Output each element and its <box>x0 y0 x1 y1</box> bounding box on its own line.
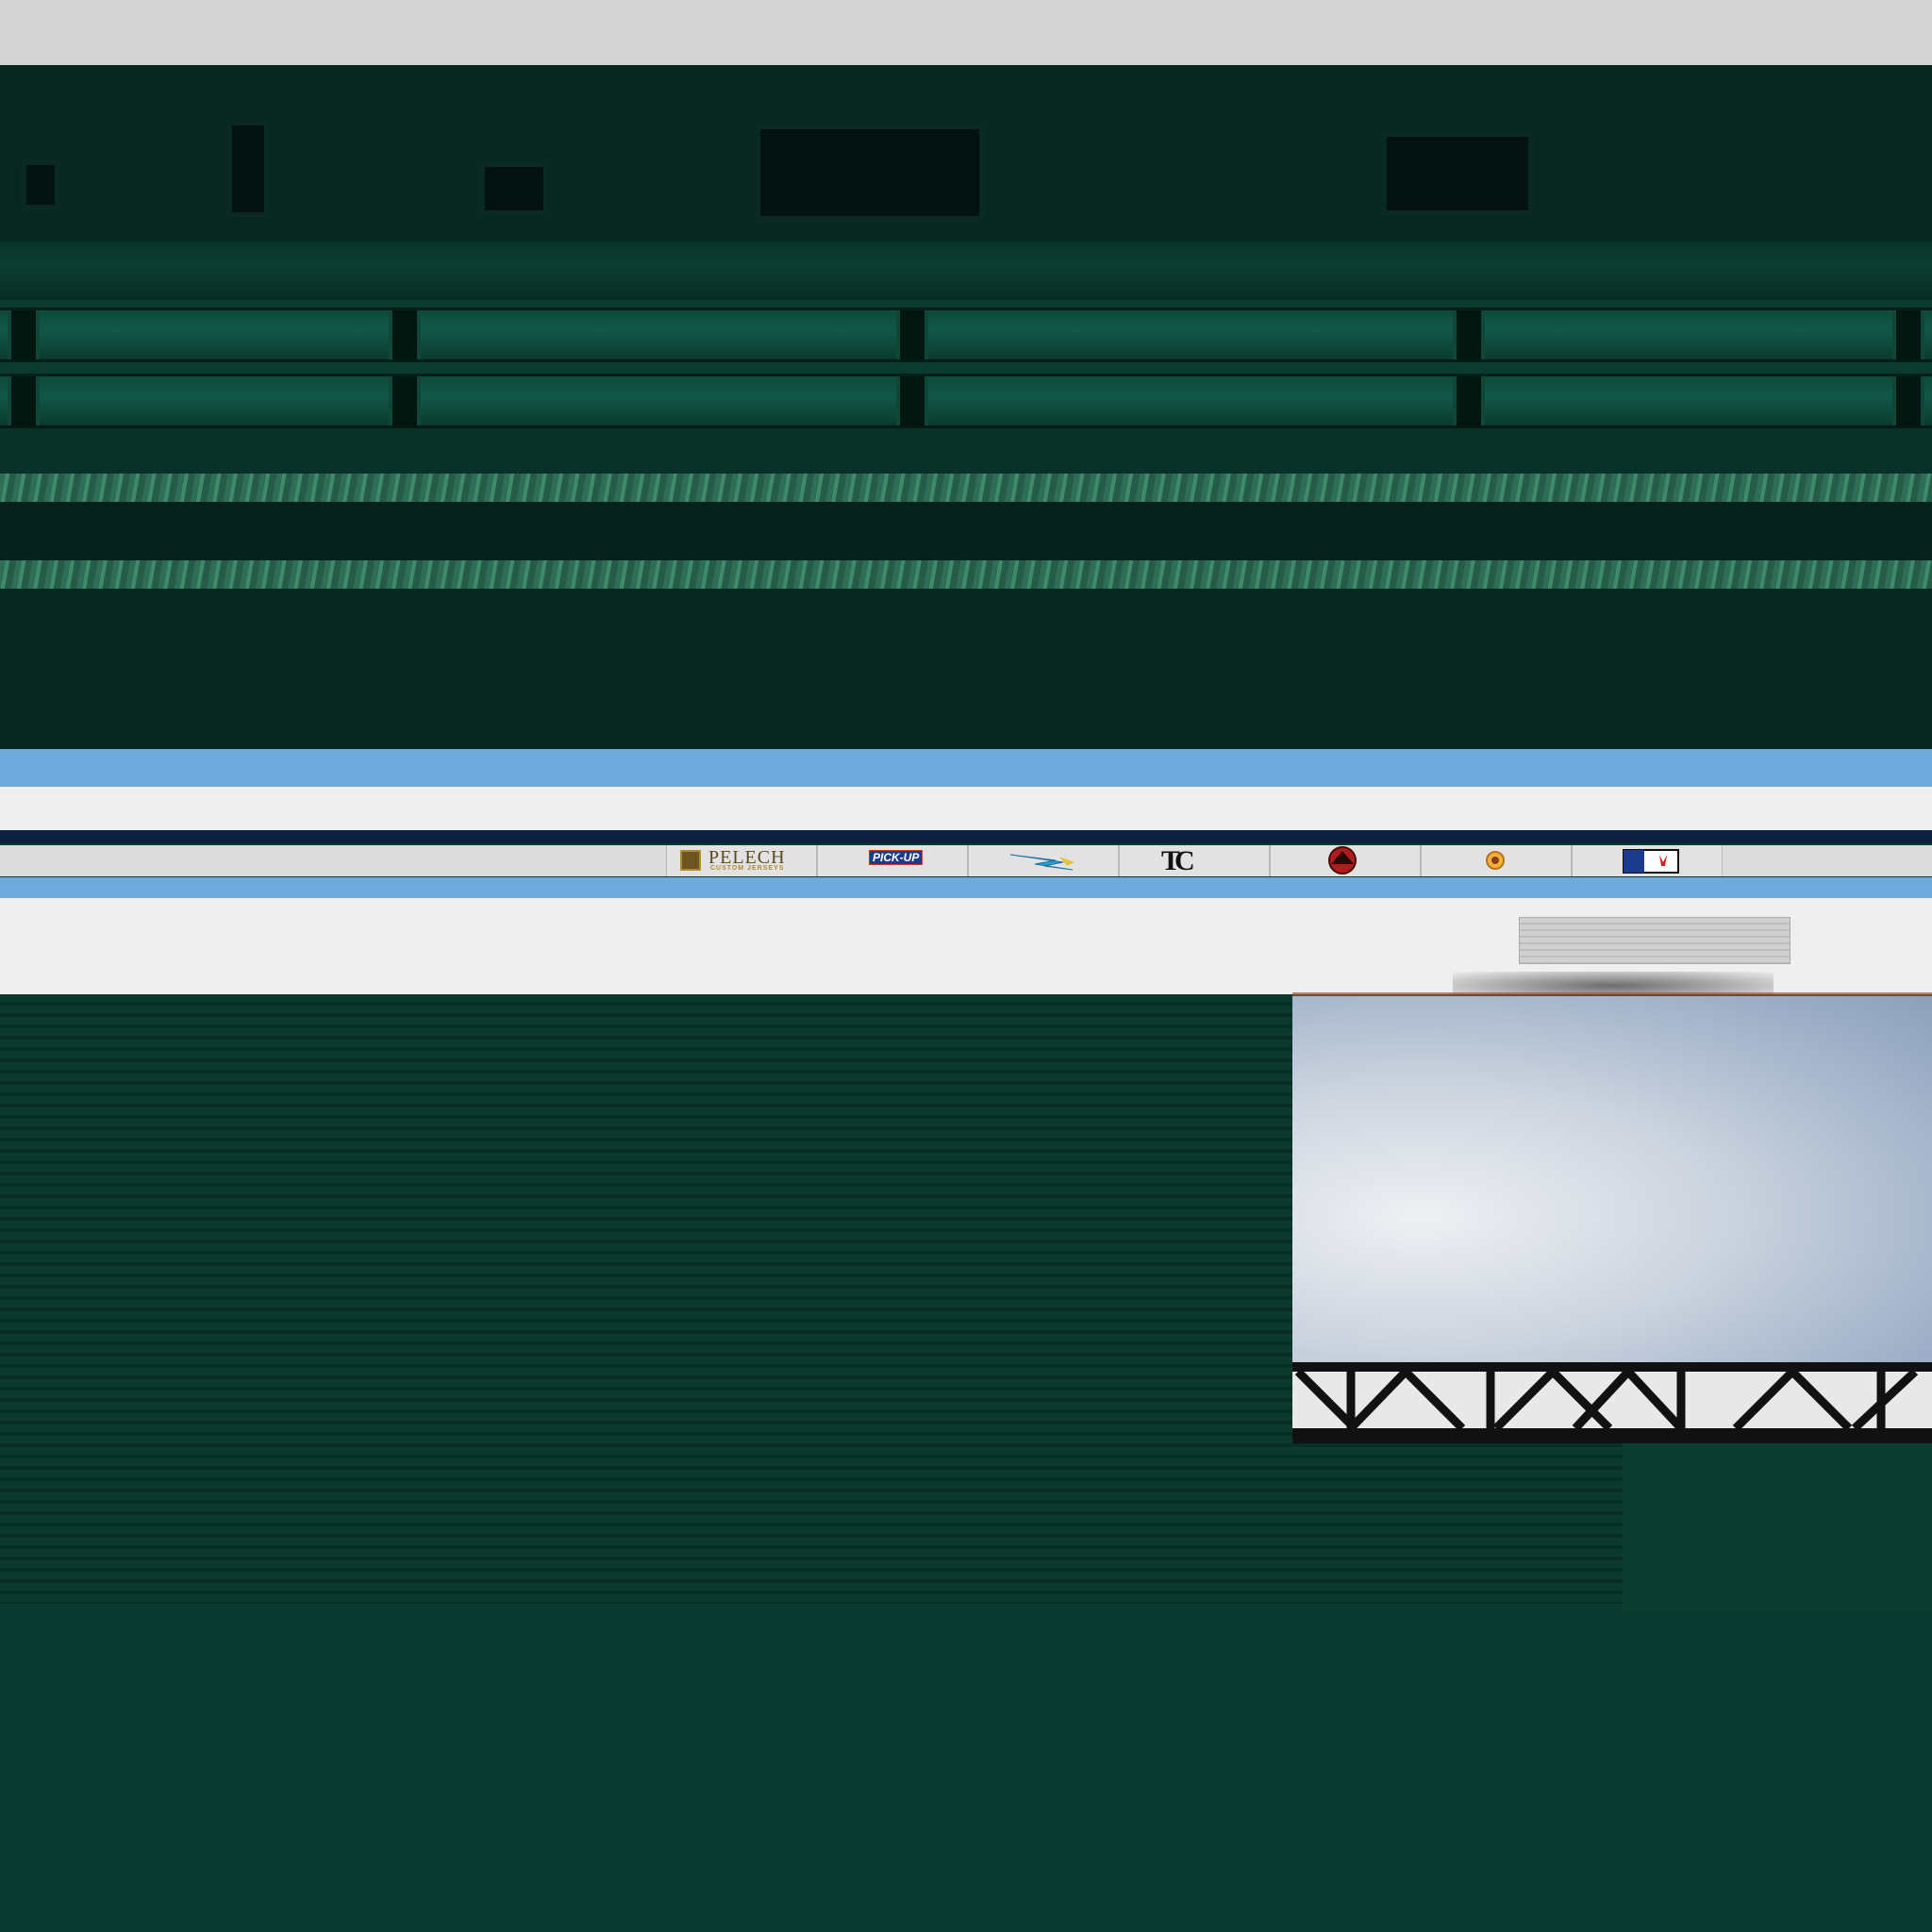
wall-vent <box>21 159 60 210</box>
railing-post <box>1892 376 1924 425</box>
lightning-bird-logo-icon <box>1009 854 1074 871</box>
sponsor-name: TC <box>1161 845 1195 876</box>
railing-post <box>896 376 928 425</box>
sponsor-sun <box>1421 845 1572 876</box>
pelech-logo-icon <box>680 850 701 871</box>
railing-post <box>896 310 928 359</box>
sponsor-pickup: PICK-UP <box>817 845 968 876</box>
wall-vent <box>479 161 549 216</box>
wall-band <box>0 242 1932 300</box>
railing-post <box>1453 310 1485 359</box>
ad-blue-stripe <box>0 877 1932 898</box>
lower-wall-base <box>0 1604 1932 1932</box>
railing-post <box>1892 310 1924 359</box>
sponsor-dragon <box>1270 845 1421 876</box>
lower-wall-patch <box>1623 1441 1932 1611</box>
railing-post <box>8 376 40 425</box>
ad-navy-stripe <box>0 830 1932 843</box>
sponsor-flag <box>1572 845 1723 876</box>
stand-railing <box>0 374 1932 428</box>
flag-logo-icon <box>1623 849 1679 874</box>
grass-strip <box>0 560 1932 589</box>
sponsor-pelech: PELECH CUSTOM JERSEYS <box>666 845 817 876</box>
dragon-logo-icon <box>1328 846 1357 874</box>
wall-vent <box>226 120 270 218</box>
sun-logo-icon <box>1486 851 1505 870</box>
railing-post <box>389 310 421 359</box>
wall-band <box>0 428 1932 474</box>
sky-panel <box>1292 996 1932 1364</box>
top-grey-strip <box>0 0 1932 65</box>
stand-railing <box>0 308 1932 362</box>
sponsor-subtitle: CUSTOM JERSEYS <box>710 865 785 872</box>
railing-post <box>8 310 40 359</box>
sponsor-lightning-bird <box>968 845 1119 876</box>
sponsor-name: PICK-UP <box>869 850 924 865</box>
steel-truss <box>1292 1362 1932 1443</box>
sponsor-tc: TC <box>1119 845 1270 876</box>
wall-window <box>755 124 985 222</box>
blank-sign-panel <box>1519 917 1790 964</box>
railing-post <box>1453 376 1485 425</box>
wall-band <box>0 502 1932 560</box>
upper-stadium-wall <box>0 65 1932 242</box>
sponsor-row: PELECH CUSTOM JERSEYS PICK-UP TC <box>0 845 1932 876</box>
ad-blue-stripe <box>0 749 1932 787</box>
wall-band <box>0 589 1932 749</box>
railing-post <box>389 376 421 425</box>
grass-strip <box>0 474 1932 502</box>
wall-window <box>1381 131 1534 216</box>
ad-white-board <box>0 787 1932 830</box>
